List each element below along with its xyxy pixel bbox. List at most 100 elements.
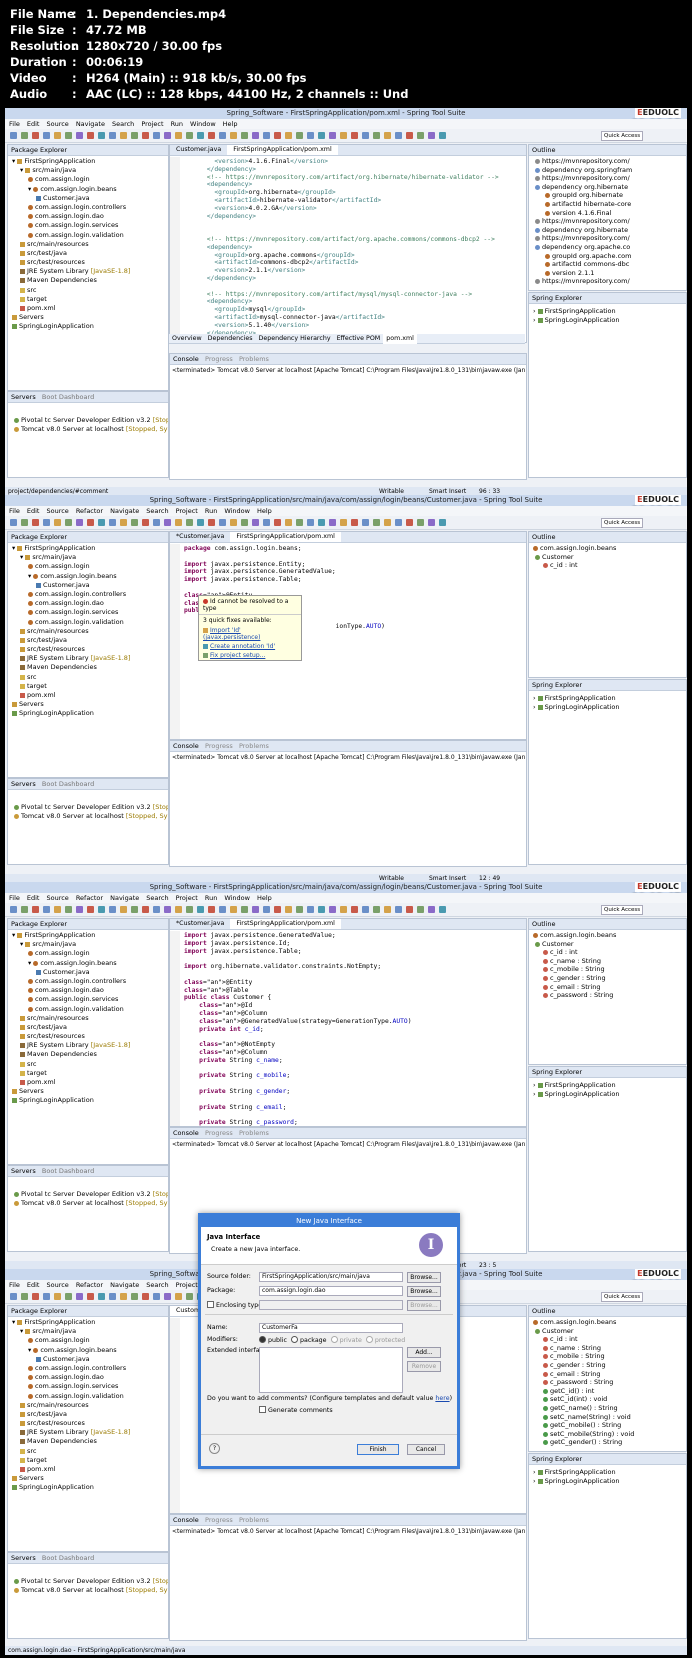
outline-item[interactable]: version 4.1.6.Final: [529, 209, 686, 218]
toolbar-button[interactable]: [21, 132, 28, 139]
tree-item[interactable]: com.assign.login.controllers: [8, 1364, 168, 1373]
toolbar-button[interactable]: [120, 519, 127, 526]
tree-item[interactable]: target: [8, 295, 168, 304]
server-item[interactable]: Tomcat v8.0 Server at localhost [Stopped…: [8, 812, 168, 821]
menu-item[interactable]: Navigate: [110, 1281, 139, 1289]
pom-tab[interactable]: pom.xml: [383, 334, 417, 344]
toolbar-button[interactable]: [32, 519, 39, 526]
toolbar-button[interactable]: [32, 132, 39, 139]
toolbar-button[interactable]: [219, 906, 226, 913]
generate-comments-checkbox[interactable]: Generate comments: [259, 1406, 333, 1414]
toolbar-button[interactable]: [252, 132, 259, 139]
tree-item[interactable]: com.assign.login.dao: [8, 1373, 168, 1382]
quick-access-input[interactable]: Quick Access: [601, 131, 643, 141]
tab-problems[interactable]: Problems: [239, 1516, 269, 1524]
menu-item[interactable]: Navigate: [110, 507, 139, 515]
toolbar-button[interactable]: [340, 906, 347, 913]
tree-item[interactable]: com.assign.login: [8, 949, 168, 958]
tab-boot-dashboard[interactable]: Boot Dashboard: [42, 1554, 94, 1562]
server-item[interactable]: Pivotal tc Server Developer Edition v3.2…: [8, 803, 168, 812]
menu-item[interactable]: Window: [190, 120, 216, 128]
help-icon[interactable]: ?: [209, 1443, 220, 1454]
tree-item[interactable]: src/test/java: [8, 1410, 168, 1419]
menu-item[interactable]: Project: [176, 1281, 198, 1289]
templates-link[interactable]: here: [435, 1395, 449, 1402]
toolbar-button[interactable]: [439, 519, 446, 526]
menu-item[interactable]: Run: [171, 120, 183, 128]
toolbar-button[interactable]: [98, 519, 105, 526]
toolbar-button[interactable]: [230, 906, 237, 913]
tree-item[interactable]: JRE System Library [JavaSE-1.8]: [8, 1428, 168, 1437]
menu-item[interactable]: Search: [146, 894, 168, 902]
modifier-public-radio[interactable]: public: [259, 1336, 287, 1344]
tree-item[interactable]: src/test/java: [8, 636, 168, 645]
tab-boot-dashboard[interactable]: Boot Dashboard: [42, 1167, 94, 1175]
outline-item[interactable]: c_name : String: [529, 957, 686, 966]
tree-item[interactable]: target: [8, 1069, 168, 1078]
menu-item[interactable]: Refactor: [76, 507, 103, 515]
toolbar-button[interactable]: [164, 1293, 171, 1300]
outline-item[interactable]: getC_mobile() : String: [529, 1421, 686, 1430]
tree-item[interactable]: ▾ FirstSpringApplication: [8, 1318, 168, 1327]
menu-item[interactable]: Run: [205, 507, 217, 515]
toolbar-button[interactable]: [109, 906, 116, 913]
toolbar-button[interactable]: [417, 519, 424, 526]
toolbar-button[interactable]: [241, 132, 248, 139]
toolbar-button[interactable]: [65, 906, 72, 913]
toolbar-button[interactable]: [98, 906, 105, 913]
cancel-button[interactable]: Cancel: [407, 1444, 445, 1455]
toolbar-button[interactable]: [21, 906, 28, 913]
toolbar-button[interactable]: [329, 132, 336, 139]
outline-item[interactable]: c_password : String: [529, 991, 686, 1000]
toolbar-button[interactable]: [109, 132, 116, 139]
toolbar-button[interactable]: [219, 519, 226, 526]
tree-item[interactable]: JRE System Library [JavaSE-1.8]: [8, 267, 168, 276]
toolbar-button[interactable]: [43, 906, 50, 913]
code-editor[interactable]: import javax.persistence.GeneratedValue;…: [184, 932, 412, 1126]
tree-item[interactable]: Servers: [8, 313, 168, 322]
add-interface-button[interactable]: Add...: [407, 1347, 441, 1358]
toolbar-button[interactable]: [285, 906, 292, 913]
tree-item[interactable]: com.assign.login.controllers: [8, 203, 168, 212]
toolbar-button[interactable]: [120, 132, 127, 139]
toolbar-button[interactable]: [241, 906, 248, 913]
spring-item[interactable]: › SpringLoginApplication: [529, 1090, 686, 1099]
toolbar-button[interactable]: [285, 519, 292, 526]
tree-item[interactable]: com.assign.login: [8, 1336, 168, 1345]
enclosing-type-checkbox[interactable]: Enclosing type:: [207, 1301, 264, 1309]
tab-console[interactable]: Console: [173, 1516, 199, 1524]
outline-item[interactable]: https://mvnrepository.com/: [529, 157, 686, 166]
outline-item[interactable]: dependency org.hibernate: [529, 183, 686, 192]
toolbar-button[interactable]: [153, 132, 160, 139]
name-input[interactable]: CustomerFa: [259, 1323, 403, 1333]
toolbar-button[interactable]: [274, 519, 281, 526]
toolbar-button[interactable]: [230, 132, 237, 139]
toolbar-button[interactable]: [175, 1293, 182, 1300]
toolbar-button[interactable]: [362, 519, 369, 526]
outline-item[interactable]: dependency org.hibernate: [529, 226, 686, 235]
browse-source-button[interactable]: Browse...: [407, 1272, 441, 1283]
toolbar-button[interactable]: [439, 906, 446, 913]
toolbar-button[interactable]: [208, 906, 215, 913]
quick-fix-import[interactable]: Import 'Id' (javax.persistence): [199, 626, 301, 642]
outline-item[interactable]: Customer: [529, 1327, 686, 1336]
toolbar-button[interactable]: [296, 906, 303, 913]
menu-item[interactable]: Source: [46, 120, 68, 128]
server-item[interactable]: Pivotal tc Server Developer Edition v3.2…: [8, 416, 168, 425]
tree-item[interactable]: pom.xml: [8, 1465, 168, 1474]
tree-item[interactable]: com.assign.login.validation: [8, 1392, 168, 1401]
toolbar-button[interactable]: [76, 519, 83, 526]
tree-item[interactable]: src/test/java: [8, 1023, 168, 1032]
toolbar-button[interactable]: [329, 906, 336, 913]
toolbar-button[interactable]: [362, 132, 369, 139]
extended-interfaces-list[interactable]: [259, 1347, 403, 1393]
server-item[interactable]: Pivotal tc Server Developer Edition v3.2…: [8, 1190, 168, 1199]
outline-item[interactable]: c_id : int: [529, 948, 686, 957]
tree-item[interactable]: src: [8, 1447, 168, 1456]
menu-item[interactable]: File: [9, 120, 20, 128]
tree-item[interactable]: ▾ src/main/java: [8, 553, 168, 562]
toolbar-button[interactable]: [384, 519, 391, 526]
toolbar-button[interactable]: [197, 519, 204, 526]
toolbar-button[interactable]: [21, 1293, 28, 1300]
tree-item[interactable]: src: [8, 1060, 168, 1069]
